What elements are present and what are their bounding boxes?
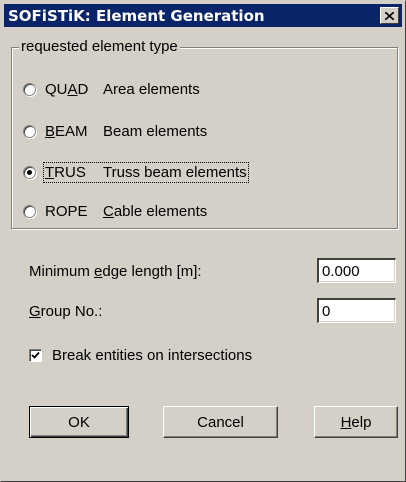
title-bar[interactable]: SOFiSTiK: Element Generation (4, 4, 402, 27)
break-entities-checkbox[interactable] (29, 349, 42, 362)
radio-rope-code: ROPE (45, 202, 88, 220)
help-button[interactable]: Help (314, 406, 398, 438)
radio-trus[interactable]: TRUS Truss beam elements (23, 161, 249, 183)
close-icon (385, 11, 394, 20)
radio-button-icon[interactable] (23, 204, 36, 218)
radio-button-icon[interactable] (23, 124, 36, 138)
radio-trus-label: TRUS Truss beam elements (43, 161, 249, 183)
radio-button-icon[interactable] (23, 82, 36, 96)
radio-quad-description: Area elements (103, 80, 200, 98)
min-edge-length-input[interactable] (317, 258, 396, 283)
radio-rope[interactable]: ROPE Cable elements (23, 200, 207, 222)
close-button[interactable] (380, 7, 399, 24)
checkmark-icon (31, 351, 40, 359)
group-no-label: Group No.: (29, 303, 103, 320)
min-edge-length-label: Minimum edge length [m]: (29, 263, 202, 280)
ok-button[interactable]: OK (29, 406, 129, 438)
cancel-button[interactable]: Cancel (163, 406, 278, 438)
radio-quad-code: QUAD (45, 80, 89, 98)
group-no-input[interactable] (317, 298, 396, 323)
element-generation-dialog: SOFiSTiK: Element Generation requested e… (0, 0, 406, 482)
groupbox-label: requested element type (19, 38, 180, 56)
radio-rope-description: Cable elements (103, 202, 208, 220)
radio-beam-code: BEAM (45, 122, 88, 140)
radio-beam-description: Beam elements (103, 122, 208, 140)
radio-button-selected-icon[interactable] (23, 165, 36, 179)
radio-beam[interactable]: BEAM Beam elements (23, 120, 207, 142)
dialog-title: SOFiSTiK: Element Generation (8, 6, 265, 25)
break-entities-checkbox-row[interactable]: Break entities on intersections (29, 347, 252, 364)
radio-quad[interactable]: QUAD Area elements (23, 78, 200, 100)
break-entities-label: Break entities on intersections (52, 347, 253, 364)
